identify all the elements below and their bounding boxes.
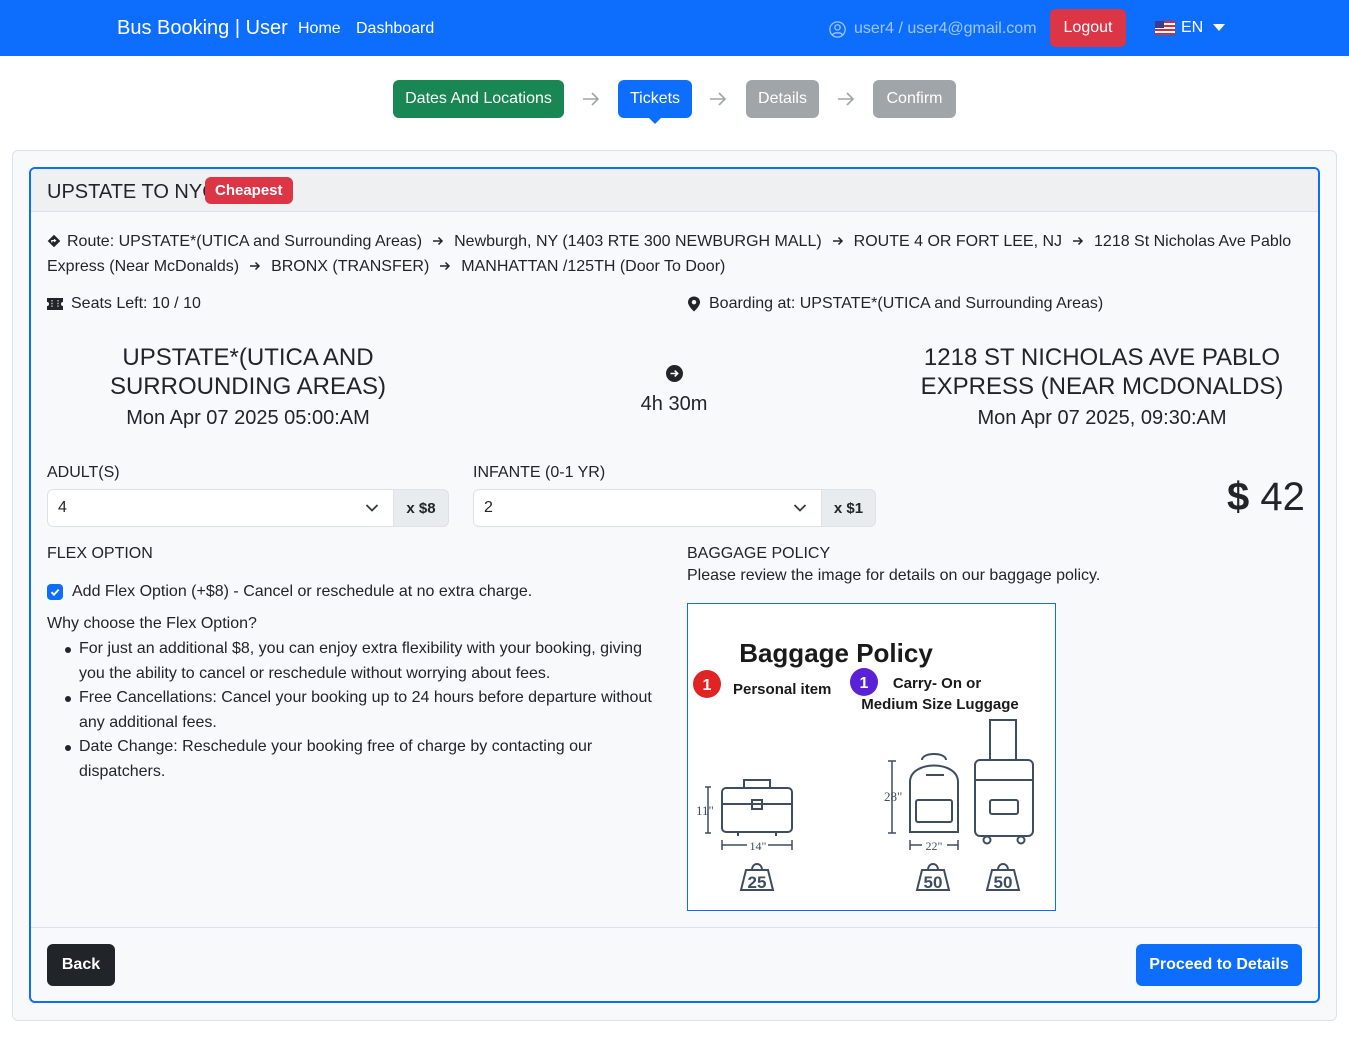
carry-height: 28" [884, 789, 902, 804]
arrow-right-icon [583, 92, 600, 106]
language-dropdown[interactable]: EN [1155, 19, 1226, 37]
briefcase-icon [721, 779, 793, 836]
user-info: user4 / user4@gmail.com [829, 20, 1037, 38]
user-circle-icon [829, 20, 846, 38]
adults-value: 4 [58, 499, 67, 516]
suitcase-icon [974, 719, 1034, 845]
cheapest-badge: Cheapest [205, 177, 293, 204]
arrow-right-circle-icon [666, 365, 683, 382]
personal-width: 14" [750, 839, 767, 853]
seats-left: Seats Left: 10 / 10 [47, 295, 201, 313]
baggage-policy-description: Please review the image for details on o… [687, 567, 1101, 584]
boarding-text: Boarding at: UPSTATE*(UTICA and Surround… [709, 295, 1104, 312]
logout-button[interactable]: Logout [1050, 9, 1126, 47]
carry-width: 22" [926, 839, 943, 853]
personal-weight: 25 [748, 873, 767, 892]
departure-time: Mon Apr 07 2025 05:00:AM [126, 407, 370, 429]
personal-item-label: Personal item [733, 681, 831, 698]
route-stop: BRONX (TRANSFER) [271, 258, 430, 275]
infants-select[interactable]: 2 [473, 489, 822, 527]
route-stop: Newburgh, NY (1403 RTE 300 NEWBURGH MALL… [454, 233, 822, 250]
total-currency: $ [1227, 475, 1250, 519]
proceed-to-details-button[interactable]: Proceed to Details [1136, 944, 1302, 986]
baggage-heading: Baggage Policy [739, 638, 933, 668]
step-confirm[interactable]: Confirm [873, 80, 956, 118]
baggage-policy-graphic: Baggage Policy 1 Personal item 1 Carry- … [693, 638, 1034, 892]
total-amount: 42 [1260, 475, 1305, 519]
nav-link-home[interactable]: Home [298, 20, 341, 38]
step-details[interactable]: Details [746, 80, 819, 118]
ticket-icon [47, 298, 63, 310]
infants-label: INFANTE (0-1 YR) [473, 464, 606, 481]
arrow-right-icon [838, 92, 855, 106]
caret-down-icon [1213, 23, 1226, 31]
baggage-policy-title: BAGGAGE POLICY [687, 545, 831, 562]
carry-weight-1: 50 [924, 873, 943, 892]
carry-on-label: Carry- On or [893, 675, 982, 692]
top-navbar: Bus Booking | User Home Dashboard user4 … [0, 0, 1349, 56]
arrow-right-icon [832, 236, 843, 246]
list-item: For just an additional $8, you can enjoy… [47, 637, 667, 686]
carry-count: 1 [860, 675, 869, 692]
infant-price: x $1 [822, 489, 876, 527]
arrival-city: 1218 ST NICHOLAS AVE PABLO EXPRESS (NEAR… [920, 344, 1284, 400]
backpack-icon [909, 753, 959, 833]
flex-option-label[interactable]: Add Flex Option (+$8) - Cancel or resche… [72, 583, 532, 601]
chevron-down-icon [365, 504, 379, 512]
trip-card-header: UPSTATE TO NYC Cheapest [31, 169, 1318, 212]
signpost-icon [47, 234, 61, 248]
step-dates-and-locations[interactable]: Dates And Locations [393, 80, 564, 118]
adults-label: ADULT(S) [47, 464, 120, 481]
arrow-right-icon [250, 261, 261, 271]
arrow-right-icon [710, 92, 727, 106]
user-email: user4 / user4@gmail.com [854, 20, 1037, 37]
personal-height: 11" [696, 803, 714, 818]
carry-on-label-2: Medium Size Luggage [861, 696, 1019, 713]
card-footer-divider [31, 927, 1318, 928]
back-button[interactable]: Back [47, 944, 115, 986]
route-stop: MANHATTAN /125TH (Door To Door) [461, 258, 726, 275]
boarding-point: Boarding at: UPSTATE*(UTICA and Surround… [687, 295, 1103, 313]
flex-why-title: Why choose the Flex Option? [47, 615, 257, 632]
trip-duration: 4h 30m [640, 393, 708, 415]
carry-weight-2: 50 [994, 873, 1013, 892]
total-price: $ 42 [1227, 475, 1305, 520]
departure-city: UPSTATE*(UTICA AND SURROUNDING AREAS) [109, 344, 387, 400]
flex-option-title: FLEX OPTION [47, 545, 153, 562]
route-stop: UPSTATE*(UTICA and Surrounding Areas) [118, 233, 423, 250]
chevron-down-icon [793, 504, 807, 512]
route-line: Route: UPSTATE*(UTICA and Surrounding Ar… [47, 229, 1307, 279]
route-stop: ROUTE 4 OR FORT LEE, NJ [853, 233, 1063, 250]
flex-reasons-list: For just an additional $8, you can enjoy… [47, 637, 667, 784]
trip-card: UPSTATE TO NYC Cheapest Route: UPSTATE*(… [29, 167, 1320, 1003]
arrow-right-icon [440, 261, 451, 271]
trip-title: UPSTATE TO NYC [47, 181, 217, 203]
arrow-right-icon [433, 236, 444, 246]
list-item: Free Cancellations: Cancel your booking … [47, 686, 667, 735]
seats-left-text: Seats Left: 10 / 10 [71, 295, 201, 312]
step-tickets[interactable]: Tickets [618, 80, 692, 124]
infants-value: 2 [484, 499, 493, 516]
arrow-right-icon [1073, 236, 1084, 246]
arrival-time: Mon Apr 07 2025, 09:30:AM [977, 407, 1227, 429]
route-label: Route: [67, 233, 115, 250]
flex-option-checkbox[interactable] [47, 584, 63, 600]
personal-count: 1 [703, 677, 712, 694]
infants-selector: 2 x $1 [473, 489, 876, 527]
map-pin-icon [688, 296, 700, 312]
adults-selector: 4 x $8 [47, 489, 449, 527]
adult-price: x $8 [394, 489, 449, 527]
nav-link-dashboard[interactable]: Dashboard [356, 20, 434, 38]
checkmark-icon [50, 588, 60, 597]
brand-title[interactable]: Bus Booking | User [117, 17, 288, 40]
baggage-policy-image: Baggage Policy 1 Personal item 1 Carry- … [687, 603, 1056, 911]
list-item: Date Change: Reschedule your booking fre… [47, 735, 667, 784]
adults-select[interactable]: 4 [47, 489, 394, 527]
us-flag-icon [1155, 21, 1175, 35]
language-label: EN [1181, 19, 1204, 36]
flex-option-checkbox-row[interactable]: Add Flex Option (+$8) - Cancel or resche… [47, 583, 532, 601]
